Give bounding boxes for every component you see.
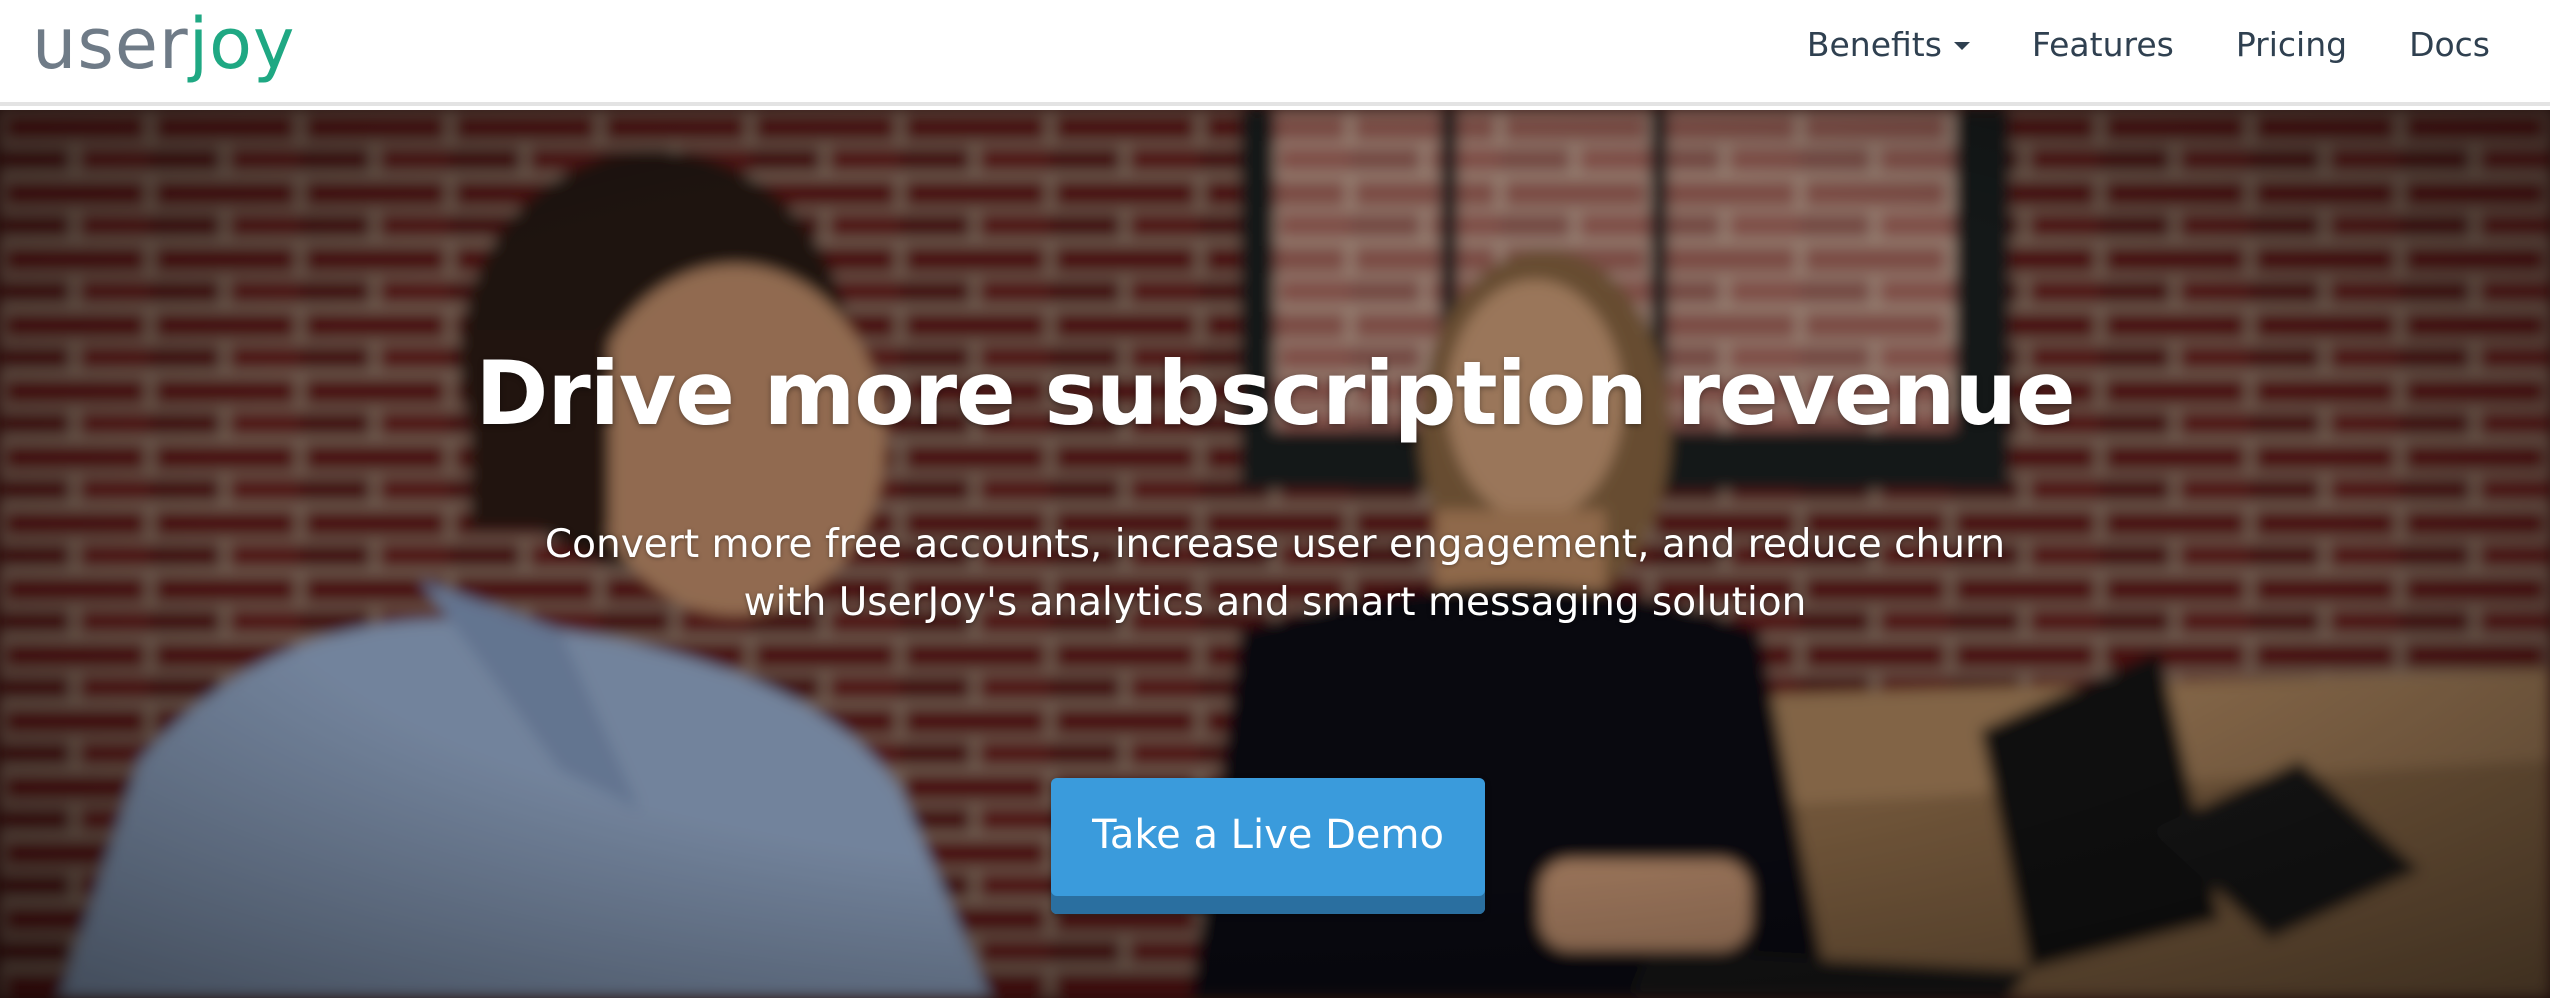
nav-item-label: Features	[2031, 24, 2174, 64]
logo-text-user: user	[32, 3, 189, 85]
userjoy-logo[interactable]: user joy	[32, 0, 295, 88]
logo-text-joy: joy	[188, 3, 296, 85]
nav-item-label: Benefits	[1806, 24, 1942, 64]
hero-subtitle-line-1: Convert more free accounts, increase use…	[544, 522, 2006, 567]
nav-item-benefits[interactable]: Benefits	[1807, 25, 1970, 64]
top-navbar: user joy Benefits Features Pricing Docs	[0, 0, 2550, 106]
nav-item-features[interactable]: Features	[2032, 25, 2174, 64]
nav-item-pricing[interactable]: Pricing	[2236, 25, 2347, 64]
hero-subtitle: Convert more free accounts, increase use…	[500, 516, 2050, 632]
hero-subtitle-line-2: with UserJoy's analytics and smart messa…	[743, 580, 1807, 625]
hero-section: Drive more subscription revenue Convert …	[0, 110, 2550, 998]
nav-item-label: Pricing	[2235, 24, 2348, 64]
nav-item-label: Docs	[2409, 24, 2490, 64]
take-live-demo-button[interactable]: Take a Live Demo	[1051, 778, 1485, 914]
main-nav: Benefits Features Pricing Docs	[1807, 0, 2490, 88]
nav-item-docs[interactable]: Docs	[2409, 25, 2490, 64]
caret-down-icon	[1953, 42, 1970, 50]
hero-title: Drive more subscription revenue	[475, 342, 2075, 445]
